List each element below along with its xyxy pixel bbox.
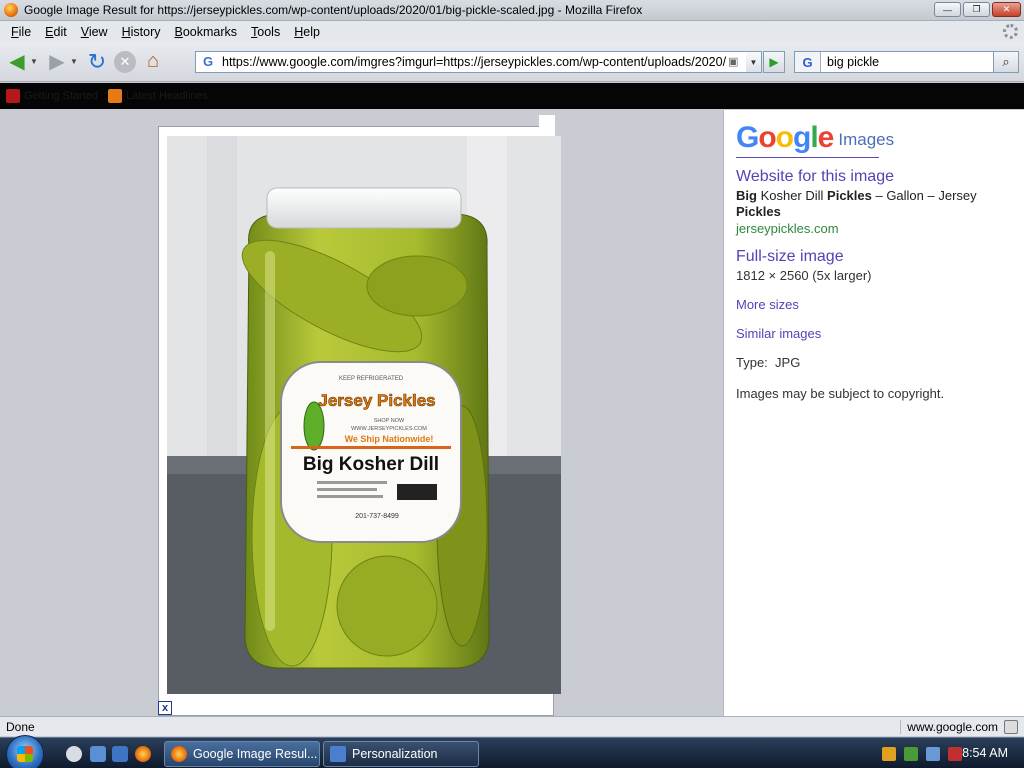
source-domain[interactable]: jerseypickles.com [736, 221, 1024, 236]
logo-divider [736, 157, 879, 158]
windows-logo-icon [17, 746, 33, 762]
close-preview-icon[interactable]: x [158, 701, 172, 715]
pickle-mascot-icon [303, 401, 325, 451]
label-shop-text: SHOP NOW [374, 418, 405, 424]
google-images-logo[interactable]: Google Images [736, 122, 1024, 154]
bookmark-label: Getting Started [24, 90, 98, 102]
forward-arrow-icon[interactable]: ▶ [44, 49, 70, 75]
label-phone-text: 201-737-8499 [355, 513, 399, 520]
firefox-icon [171, 746, 187, 762]
go-arrow-icon[interactable]: ▶ [763, 51, 785, 73]
back-history-dropdown-icon[interactable]: ▼ [30, 57, 40, 66]
menu-view[interactable]: View [74, 25, 115, 39]
task-label: Personalization [352, 747, 438, 761]
navigation-toolbar: ◀ ▼ ▶ ▼ ↻ ✕ ⌂ G https://www.google.com/i… [0, 42, 1024, 82]
network-icon[interactable] [926, 746, 940, 761]
site-identity-icon[interactable]: ▣ [728, 55, 742, 69]
minimize-button[interactable]: — [934, 2, 961, 17]
forward-history-dropdown-icon[interactable]: ▼ [70, 57, 80, 66]
similar-images-link[interactable]: Similar images [736, 326, 1024, 341]
stop-icon[interactable]: ✕ [114, 50, 136, 73]
update-icon[interactable] [904, 746, 918, 761]
menu-file[interactable]: File [4, 25, 38, 39]
more-sizes-link[interactable]: More sizes [736, 297, 1024, 312]
firefox-icon [4, 3, 18, 17]
rss-icon [108, 89, 122, 103]
volume-muted-icon[interactable] [948, 746, 962, 761]
quicklaunch-browser-icon[interactable] [66, 746, 82, 762]
page-title: Big Kosher Dill Pickles – Gallon – Jerse… [736, 188, 977, 219]
label-brand-text: Jersey Pickles [318, 391, 435, 410]
bookmark-getting-started[interactable]: Getting Started [6, 89, 98, 103]
window-controls: — ❐ ✕ [934, 2, 1021, 17]
window-title: Google Image Result for https://jerseypi… [24, 3, 643, 17]
home-icon[interactable]: ⌂ [140, 49, 166, 75]
bookmarks-toolbar: Getting Started Latest Headlines [0, 83, 1024, 109]
taskbar-firefox-window[interactable]: Google Image Resul... [164, 741, 320, 767]
menu-edit[interactable]: Edit [38, 25, 74, 39]
red-bookmark-icon [6, 89, 20, 103]
menu-help[interactable]: Help [287, 25, 327, 39]
window-title-bar: Google Image Result for https://jerseypi… [0, 0, 1024, 21]
menu-history[interactable]: History [115, 25, 168, 39]
bookmark-label: Latest Headlines [126, 90, 208, 102]
menu-tools[interactable]: Tools [244, 25, 287, 39]
website-for-image-link[interactable]: Website for this image [736, 168, 1024, 186]
status-text: Done [6, 719, 35, 734]
copyright-notice: Images may be subject to copyright. [736, 386, 945, 401]
images-logo-suffix: Images [838, 130, 895, 149]
maximize-button[interactable]: ❐ [963, 2, 990, 17]
pickle-jar-photo[interactable]: KEEP REFRIGERATED Jersey Pickles SHOP NO… [167, 136, 561, 694]
barcode-icon [397, 484, 437, 500]
google-logo: Google [736, 121, 834, 154]
full-size-image-link[interactable]: Full-size image [736, 248, 1024, 266]
pickle-jar-illustration: KEEP REFRIGERATED Jersey Pickles SHOP NO… [167, 136, 561, 694]
label-tagline-text: We Ship Nationwide! [345, 434, 434, 444]
security-lock-icon[interactable] [1004, 719, 1018, 734]
address-bar[interactable]: G https://www.google.com/imgres?imgurl=h… [195, 51, 747, 73]
close-button[interactable]: ✕ [992, 2, 1021, 17]
activity-throbber-icon [1003, 24, 1018, 39]
search-input[interactable]: big pickle [821, 55, 879, 69]
taskbar-personalization-window[interactable]: Personalization [323, 741, 479, 767]
control-panel-icon [330, 746, 346, 762]
url-history-dropdown-icon[interactable]: ▼ [746, 51, 762, 73]
task-label: Google Image Resul... [193, 747, 318, 761]
search-bar[interactable]: G big pickle [794, 51, 994, 73]
show-desktop-icon[interactable] [90, 746, 106, 762]
quicklaunch-firefox-icon[interactable] [135, 746, 151, 762]
status-domain: www.google.com [900, 719, 998, 734]
address-input[interactable]: https://www.google.com/imgres?imgurl=htt… [222, 55, 727, 69]
label-product-text: Big Kosher Dill [303, 454, 439, 475]
search-engine-icon[interactable]: G [795, 52, 821, 72]
back-arrow-icon[interactable]: ◀ [4, 49, 30, 75]
start-button[interactable] [6, 735, 44, 768]
label-top-text: KEEP REFRIGERATED [339, 376, 404, 382]
image-details-panel: Google Images Website for this image Big … [723, 110, 1024, 716]
image-preview-frame: KEEP REFRIGERATED Jersey Pickles SHOP NO… [158, 115, 561, 716]
menu-bar: File Edit View History Bookmarks Tools H… [0, 21, 1024, 42]
image-dimensions: 1812 × 2560 (5x larger) [736, 268, 872, 283]
google-favicon-icon: G [202, 54, 214, 69]
clock[interactable]: 8:54 AM [962, 746, 1008, 760]
status-bar: Done www.google.com [0, 716, 1024, 736]
windows-taskbar: Google Image Resul... Personalization 8:… [0, 735, 1024, 768]
menu-bookmarks[interactable]: Bookmarks [168, 25, 245, 39]
page-content: KEEP REFRIGERATED Jersey Pickles SHOP NO… [0, 110, 1024, 716]
search-magnifier-icon[interactable]: ⌕ [993, 51, 1019, 73]
security-shield-icon[interactable] [882, 746, 896, 761]
label-site-text: WWW.JERSEYPICKLES.COM [351, 426, 427, 432]
bookmark-latest-headlines[interactable]: Latest Headlines [108, 89, 208, 103]
switch-windows-icon[interactable] [112, 746, 128, 762]
reload-icon[interactable]: ↻ [84, 49, 110, 75]
image-type: Type: JPG [736, 355, 801, 370]
